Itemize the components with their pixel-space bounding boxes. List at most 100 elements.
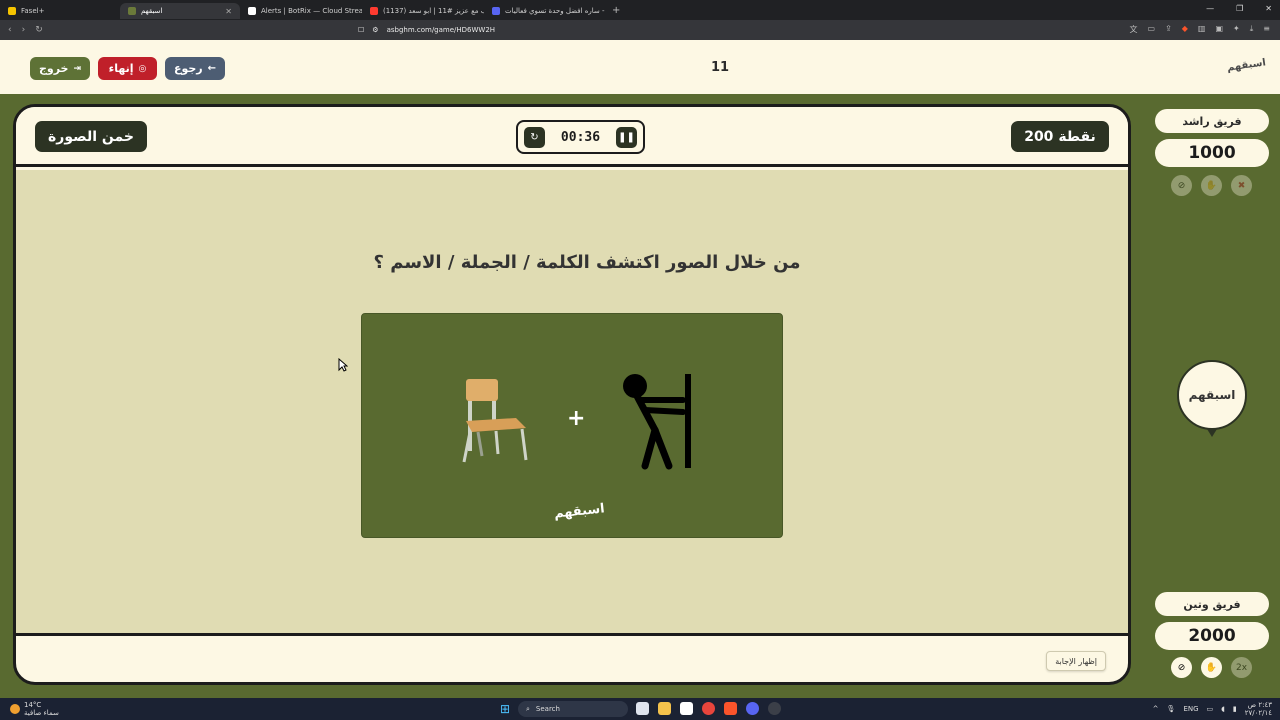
tab-label: Alerts | BotRix — Cloud Streaming B...: [261, 7, 362, 15]
translate-icon[interactable]: 文: [1130, 24, 1138, 35]
browser-tab-bar: Fasel+ اسبقهم ✕ Alerts | BotRix — Cloud …: [0, 0, 1280, 20]
tab-fasel[interactable]: Fasel+: [0, 3, 120, 19]
team-2-hand-aid-button[interactable]: ✋: [1201, 657, 1222, 678]
team-1-hand-aid-button[interactable]: ✋: [1201, 175, 1222, 196]
points-label: 200 نقطة: [1024, 128, 1096, 145]
search-icon: ⌕: [526, 704, 530, 713]
weather-icon: [10, 704, 20, 714]
end-game-button[interactable]: إنهاء ◎: [98, 57, 157, 80]
fasel-favicon-icon: [8, 7, 16, 15]
tab-discord[interactable]: ساره افضل وحدة تسوي فعاليات - rion: [484, 3, 606, 19]
points-pill: 200 نقطة: [1011, 121, 1109, 152]
site-logo[interactable]: اسبقهم: [1226, 57, 1266, 73]
team-1-score: 1000: [1155, 139, 1269, 167]
asbghm-favicon-icon: [128, 7, 136, 15]
puzzle-image: + اسبقهم: [361, 313, 783, 538]
extensions-icon[interactable]: ✦: [1233, 24, 1240, 35]
weather-desc: سماء صافية: [24, 709, 59, 717]
forward-arrow-icon[interactable]: ›: [22, 25, 26, 35]
system-tray: ^ 🎙 ENG ▭ ◖ ▮ ٢:٤٣ ص ٢٧/٠٢/١٤: [1153, 701, 1272, 717]
exit-icon: ⇥: [73, 63, 82, 74]
battery-icon[interactable]: ▮: [1233, 705, 1237, 713]
botrix-favicon-icon: [248, 7, 256, 15]
show-answer-button[interactable]: إظهار الإجابة: [1046, 651, 1106, 671]
clock-time: ٢:٤٣ ص: [1247, 701, 1272, 709]
weather-temp: 14°C: [24, 701, 42, 709]
volume-icon[interactable]: ◖: [1221, 705, 1225, 713]
site-info-icon[interactable]: ⚙: [372, 26, 378, 34]
block-icon: ⊘: [1177, 180, 1186, 191]
timer-value: 00:36: [560, 129, 601, 145]
reload-icon[interactable]: ↻: [35, 25, 43, 35]
task-view-icon[interactable]: [636, 702, 649, 715]
tab-label: اسبقهم: [141, 7, 163, 15]
exit-button[interactable]: خروج ⇥: [30, 57, 90, 80]
download-icon[interactable]: ⤓: [1250, 24, 1254, 35]
tab-label: Fasel+: [21, 7, 45, 15]
new-tab-icon[interactable]: +: [612, 5, 620, 16]
mic-icon[interactable]: 🎙: [1167, 705, 1176, 713]
bookmark-icon[interactable]: ☐: [358, 26, 364, 34]
tab-label: (1137) حروف مع عزيز #11 | ابو سعد...: [383, 7, 484, 15]
sidebar-icon[interactable]: ▥: [1198, 24, 1206, 35]
window-controls: — ❐ ✕: [1206, 4, 1272, 13]
question-area: من خلال الصور اكتشف الكلمة / الجملة / ال…: [16, 170, 1128, 636]
language-indicator[interactable]: ENG: [1183, 705, 1198, 713]
question-board: خمن الصورة ↻ 00:36 ❚❚ 200 نقطة من خلال ا…: [13, 104, 1131, 685]
file-explorer-icon[interactable]: [658, 702, 671, 715]
team-1-score-value: 1000: [1188, 143, 1236, 163]
team-2-score-value: 2000: [1188, 626, 1236, 646]
windows-start-icon[interactable]: ⊞: [500, 702, 510, 716]
brave-shield-icon[interactable]: ◆: [1182, 24, 1188, 35]
store-icon[interactable]: [680, 702, 693, 715]
team-1-block-aid-button[interactable]: ⊘: [1171, 175, 1192, 196]
clock-date: ٢٧/٠٢/١٤: [1244, 709, 1272, 717]
team-1-name-text: فريق راشد: [1182, 114, 1242, 128]
plus-sign: +: [567, 406, 586, 431]
hand-icon: ✋: [1205, 662, 1218, 673]
tab-youtube[interactable]: (1137) حروف مع عزيز #11 | ابو سعد...: [362, 3, 484, 19]
timer-box: ↻ 00:36 ❚❚: [516, 120, 645, 154]
exit-label: خروج: [38, 62, 69, 75]
minimize-icon[interactable]: —: [1206, 4, 1214, 13]
url-text: asbghm.com/game/HD6WW2H: [386, 26, 496, 34]
maximize-icon[interactable]: ❐: [1236, 4, 1243, 13]
stop-circle-icon: ◎: [138, 63, 147, 74]
team-2-score: 2000: [1155, 622, 1269, 650]
url-field[interactable]: ☐ ⚙ asbghm.com/game/HD6WW2H: [350, 23, 910, 37]
team-1-double-aid-button[interactable]: ✖: [1231, 175, 1252, 196]
round-number: 11: [710, 60, 730, 75]
discord-icon[interactable]: [746, 702, 759, 715]
menu-icon[interactable]: ≡: [1263, 24, 1270, 35]
taskbar-search[interactable]: ⌕ Search: [518, 701, 628, 717]
team-2-block-aid-button[interactable]: ⊘: [1171, 657, 1192, 678]
mouse-cursor-icon: [338, 358, 348, 372]
block-icon: ⊘: [1177, 662, 1186, 673]
close-window-icon[interactable]: ✕: [1265, 4, 1272, 13]
os-taskbar: 14°C سماء صافية ⊞ ⌕ Search ^ 🎙 ENG ▭ ◖ ▮…: [0, 698, 1280, 720]
reset-timer-button[interactable]: ↻: [524, 126, 545, 148]
network-icon[interactable]: ▭: [1207, 705, 1214, 713]
brave-icon[interactable]: [724, 702, 737, 715]
tab-botrix[interactable]: Alerts | BotRix — Cloud Streaming B...: [240, 3, 362, 19]
back-button[interactable]: رجوع ←: [165, 57, 225, 80]
back-arrow-icon[interactable]: ‹: [8, 25, 12, 35]
double-points-icon: 2x: [1235, 662, 1248, 673]
cast-icon[interactable]: ▭: [1148, 24, 1156, 35]
share-icon[interactable]: ⇪: [1165, 24, 1172, 35]
tab-asbghm[interactable]: اسبقهم ✕: [120, 3, 240, 19]
discord-favicon-icon: [492, 7, 500, 15]
search-placeholder: Search: [535, 705, 560, 713]
pause-button[interactable]: ❚❚: [615, 126, 637, 148]
weather-widget[interactable]: 14°C سماء صافية: [10, 701, 59, 717]
chrome-icon[interactable]: [702, 702, 715, 715]
team-2-double-aid-button[interactable]: 2x: [1231, 657, 1252, 678]
clock[interactable]: ٢:٤٣ ص ٢٧/٠٢/١٤: [1245, 701, 1272, 717]
tray-chevron-icon[interactable]: ^: [1153, 705, 1159, 713]
question-text: من خلال الصور اكتشف الكلمة / الجملة / ال…: [373, 252, 801, 273]
pushing-figure-picture: [623, 374, 691, 470]
board-top-bar: خمن الصورة ↻ 00:36 ❚❚ 200 نقطة: [16, 107, 1128, 167]
wallet-icon[interactable]: ▣: [1215, 24, 1223, 35]
obs-icon[interactable]: [768, 702, 781, 715]
close-tab-icon[interactable]: ✕: [225, 7, 232, 16]
